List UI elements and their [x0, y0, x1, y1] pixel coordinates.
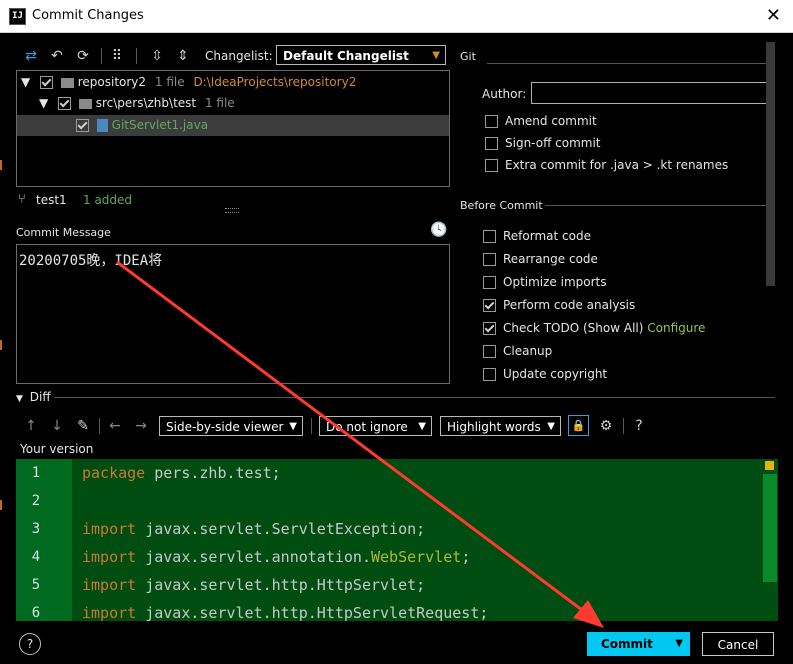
arrow-line — [116, 260, 591, 618]
annotation-arrow — [116, 260, 604, 628]
arrow-head — [573, 600, 604, 628]
